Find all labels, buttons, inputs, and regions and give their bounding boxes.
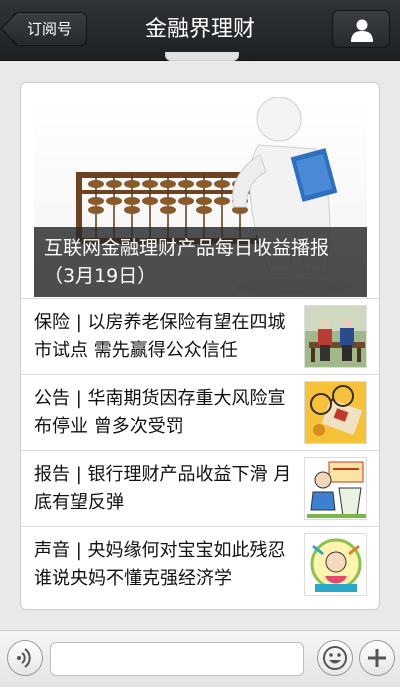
emoji-icon <box>323 646 347 670</box>
list-item[interactable]: 报告 | 银行理财产品收益下滑 月底有望反弹 <box>21 450 379 526</box>
list-item[interactable]: 保险 | 以房养老保险有望在四城市试点 需先赢得公众信任 <box>21 298 379 374</box>
article-title: 声音 | 央妈缘何对宝宝如此残忍 谁说央妈不懂克强经济学 <box>34 540 286 589</box>
message-input-bar <box>0 630 400 687</box>
user-icon <box>351 19 373 42</box>
message-input[interactable] <box>50 642 304 676</box>
article-title: 保险 | 以房养老保险有望在四城市试点 需先赢得公众信任 <box>34 312 286 361</box>
back-button[interactable]: 订阅号 <box>0 12 87 46</box>
emoji-button[interactable] <box>317 640 353 676</box>
back-button-label: 订阅号 <box>27 20 73 38</box>
pull-tab <box>165 52 239 61</box>
list-item[interactable]: 声音 | 央妈缘何对宝宝如此残忍 谁说央妈不懂克强经济学 <box>21 526 379 602</box>
article-thumbnail <box>304 457 367 520</box>
cartoon-baby-image <box>305 534 366 595</box>
futures-glasses-image <box>305 382 366 443</box>
bank-wealth-cartoon-image <box>305 458 366 519</box>
plus-icon <box>368 649 386 667</box>
article-thumbnail <box>304 533 367 596</box>
article-card: 互联网金融理财产品每日收益播报（3月19日） 保险 | 以房养老保险有望在四城市… <box>20 82 380 610</box>
article-thumbnail <box>304 381 367 444</box>
article-thumbnail <box>304 305 367 368</box>
plus-button[interactable] <box>359 640 395 676</box>
hero-article[interactable]: 互联网金融理财产品每日收益播报（3月19日） <box>34 97 367 297</box>
article-title: 报告 | 银行理财产品收益下滑 月底有望反弹 <box>34 464 292 513</box>
list-item[interactable]: 公告 | 华南期货因存重大风险宣布停业 曾多次受罚 <box>21 374 379 450</box>
voice-icon <box>17 648 31 668</box>
voice-button[interactable] <box>7 640 43 676</box>
article-title: 公告 | 华南期货因存重大风险宣布停业 曾多次受罚 <box>34 388 286 437</box>
profile-button[interactable] <box>332 10 390 48</box>
elderly-couple-bench-image <box>305 306 366 367</box>
hero-caption: 互联网金融理财产品每日收益播报（3月19日） <box>34 227 367 297</box>
